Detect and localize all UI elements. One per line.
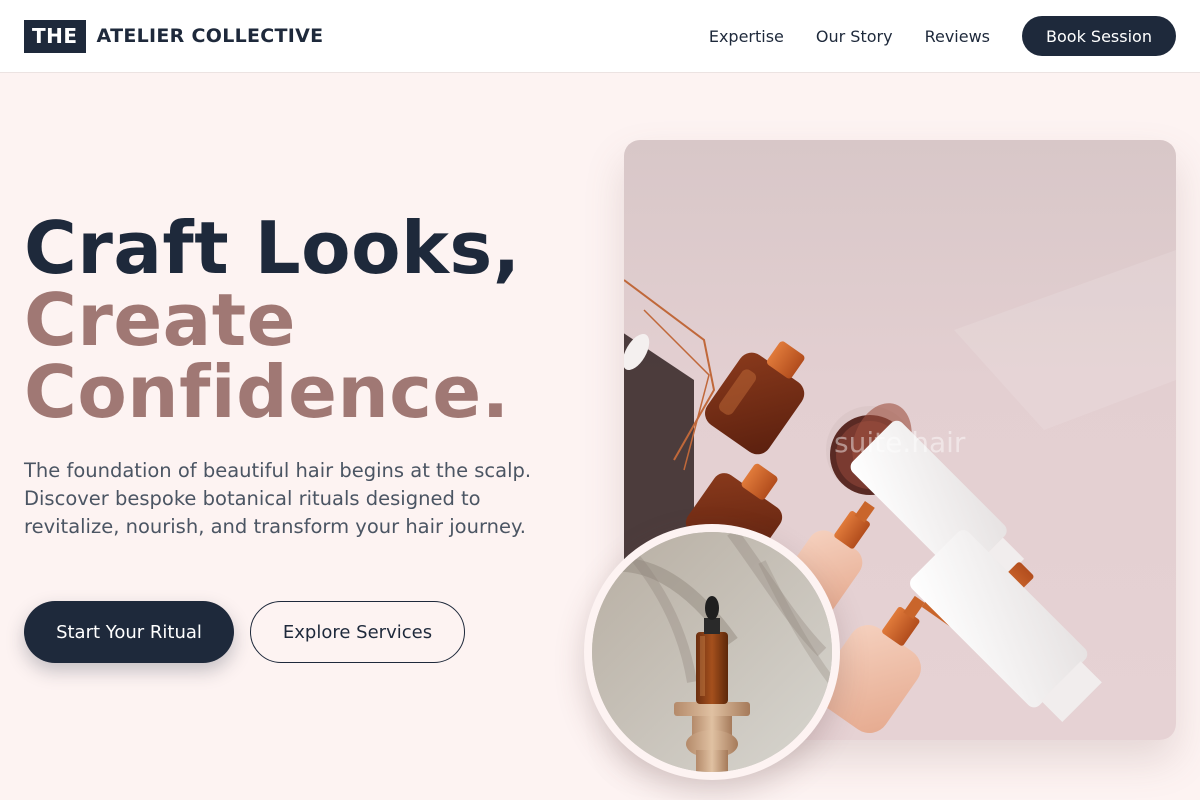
logo[interactable]: THE ATELIER COLLECTIVE <box>24 19 324 53</box>
start-ritual-button[interactable]: Start Your Ritual <box>24 601 234 663</box>
nav-link-our-story[interactable]: Our Story <box>816 27 893 46</box>
logo-wordmark: ATELIER COLLECTIVE <box>96 25 324 47</box>
explore-services-button[interactable]: Explore Services <box>250 601 465 663</box>
serum-bottle-image <box>584 524 840 780</box>
book-session-button[interactable]: Book Session <box>1022 16 1176 56</box>
nav-link-reviews[interactable]: Reviews <box>925 27 990 46</box>
nav-link-expertise[interactable]: Expertise <box>709 27 784 46</box>
hero-title-line-1: Craft Looks, <box>24 206 521 290</box>
hero-description: The foundation of beautiful hair begins … <box>24 459 532 538</box>
logo-mark: THE <box>24 19 86 53</box>
main-nav: Expertise Our Story Reviews Book Session <box>709 16 1176 56</box>
site-header: THE ATELIER COLLECTIVE Expertise Our Sto… <box>0 0 1200 73</box>
image-watermark: suite.hair <box>834 426 966 459</box>
serum-illustration <box>592 532 832 772</box>
hero-title-line-2: Create <box>24 278 297 362</box>
serum-bottle-photo <box>592 532 832 772</box>
hero-title: Craft Looks, Create Confidence. <box>24 212 521 428</box>
hero-title-line-3: Confidence. <box>24 350 510 434</box>
